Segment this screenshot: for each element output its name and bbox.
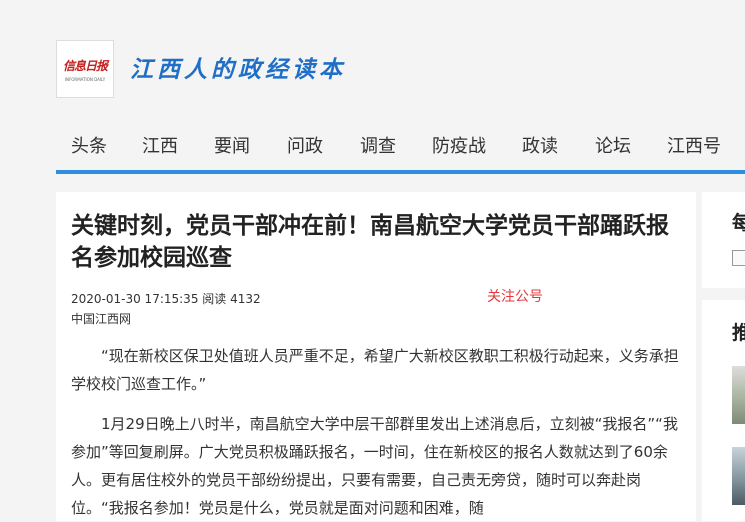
nav-item-jiangxi[interactable]: 江西 <box>142 132 178 158</box>
site-slogan: 江西人的政经读本 <box>130 57 346 83</box>
site-header: 信息日报 INFORMATION DAILY 江西人的政经读本 <box>0 0 745 112</box>
article-paragraph: “现在新校区保卫处值班人员严重不足，希望广大新校区教职工积极行动起来，义务承担学… <box>71 347 679 393</box>
read-label: 阅读 <box>202 292 227 306</box>
site-logo[interactable]: 信息日报 INFORMATION DAILY <box>56 40 114 98</box>
broken-image-icon[interactable] <box>732 250 745 266</box>
sidebar-thumbnail[interactable] <box>732 366 745 424</box>
article-datetime: 2020-01-30 17:15:35 <box>71 292 199 306</box>
sidebar-box-heading: 推 <box>732 322 745 344</box>
follow-account-link[interactable]: 关注公号 <box>487 286 543 306</box>
sidebar-box-recommend: 推 <box>702 300 745 521</box>
nav-item-investigation[interactable]: 调查 <box>360 132 396 158</box>
article-paragraph: 1月29日晚上八时半，南昌航空大学中层干部群里发出上述消息后，立刻被“我报名”“… <box>71 415 678 517</box>
article-source: 中国江西网 <box>71 312 132 326</box>
read-count: 4132 <box>230 292 261 306</box>
nav-item-politics[interactable]: 政读 <box>522 132 558 158</box>
article-meta: 2020-01-30 17:15:35 阅读 4132 <box>71 290 261 307</box>
logo-subtext: INFORMATION DAILY <box>64 76 106 82</box>
main-nav: 头条 江西 要闻 问政 调查 防疫战 政读 论坛 江西号 <box>56 118 745 170</box>
nav-item-epidemic[interactable]: 防疫战 <box>432 132 486 158</box>
sidebar-thumbnail[interactable] <box>732 447 745 505</box>
article-panel: 关键时刻，党员干部冲在前！南昌航空大学党员干部踊跃报名参加校园巡查 2020-0… <box>56 192 696 521</box>
sidebar-box-heading: 每 <box>732 212 745 234</box>
nav-item-headlines[interactable]: 头条 <box>71 132 107 158</box>
logo-text: 信息日报 <box>62 58 108 73</box>
nav-item-news[interactable]: 要闻 <box>214 132 250 158</box>
nav-underline <box>56 170 745 174</box>
nav-item-jiangxi-account[interactable]: 江西号 <box>667 132 721 158</box>
nav-item-inquiry[interactable]: 问政 <box>287 132 323 158</box>
article-title: 关键时刻，党员干部冲在前！南昌航空大学党员干部踊跃报名参加校园巡查 <box>71 213 669 271</box>
sidebar-box-daily: 每 <box>702 192 745 288</box>
nav-item-forum[interactable]: 论坛 <box>595 132 631 158</box>
